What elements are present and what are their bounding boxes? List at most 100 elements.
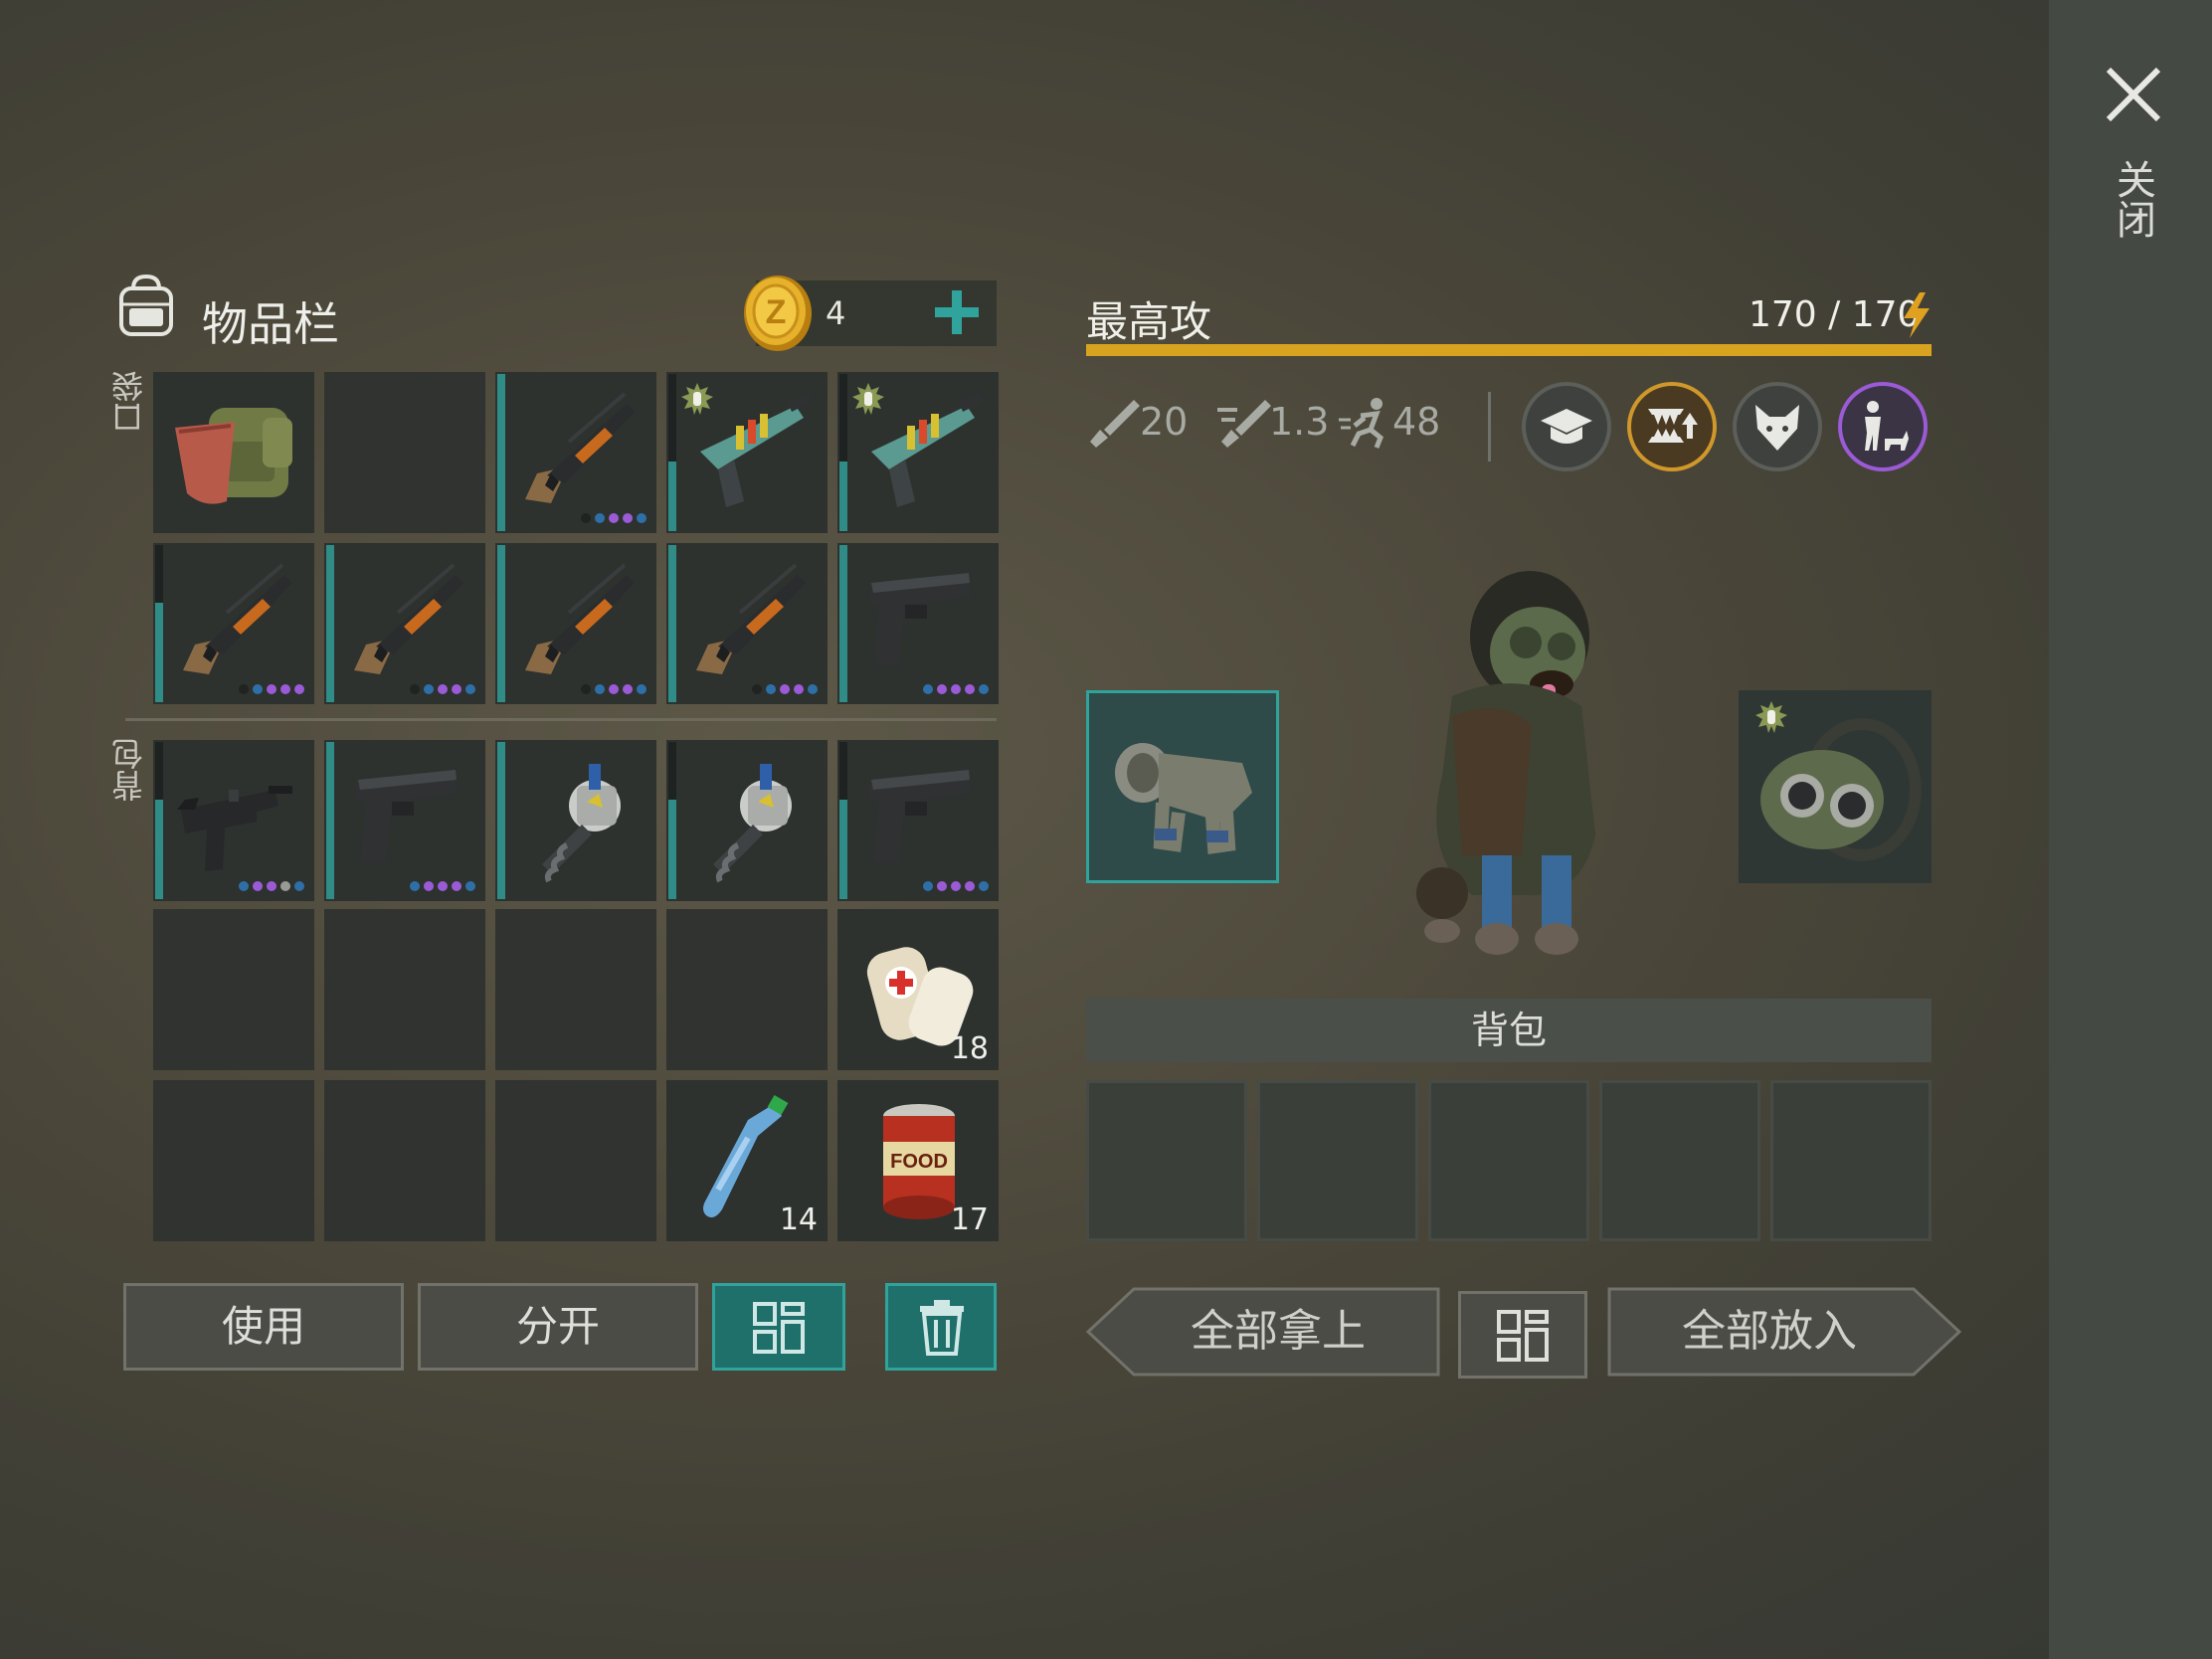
close-icon[interactable] xyxy=(2099,60,2168,129)
pistol-icon xyxy=(849,553,989,692)
close-label[interactable]: 关闭 xyxy=(2109,159,2156,248)
shotgun-icon xyxy=(507,553,646,692)
pet-head-slot[interactable] xyxy=(1739,690,1932,883)
backpack-slot-10[interactable]: 18 xyxy=(837,909,999,1070)
add-coins-button[interactable] xyxy=(929,284,985,340)
attack-value: 20 xyxy=(1140,400,1189,444)
backpack-slot-15[interactable]: 17 xyxy=(837,1080,999,1241)
move-speed-value: 48 xyxy=(1392,400,1441,444)
backpack-section-label: 背包 xyxy=(110,738,148,802)
pet-bag-slot-4[interactable] xyxy=(1599,1080,1760,1241)
backpack-slot-8[interactable] xyxy=(495,909,656,1070)
drill-icon xyxy=(678,750,818,889)
pocket-slot-9[interactable] xyxy=(666,543,828,704)
quality-dots xyxy=(752,684,818,694)
graduation-cap-icon xyxy=(1541,409,1592,444)
fox-head-icon xyxy=(1755,405,1799,451)
take-all-label: 全部拿上 xyxy=(1191,1306,1366,1357)
pet-bag-title: 背包 xyxy=(1086,999,1932,1062)
backpack-slot-4[interactable] xyxy=(666,740,828,901)
backpack-slot-7[interactable] xyxy=(324,909,485,1070)
stats-separator xyxy=(1488,392,1491,461)
uzi-icon xyxy=(165,750,304,889)
quality-dots xyxy=(923,881,989,891)
shotgun-icon xyxy=(507,382,646,521)
quality-dots xyxy=(410,881,475,891)
quality-dots xyxy=(581,684,646,694)
coin-count: 4 xyxy=(826,294,846,332)
backpack-slot-13[interactable] xyxy=(495,1080,656,1241)
attack-speed-value: 1.3 xyxy=(1269,400,1330,444)
backpack-slot-6[interactable] xyxy=(153,909,314,1070)
backpack-slot-3[interactable] xyxy=(495,740,656,901)
flare-blaster-icon xyxy=(849,382,989,521)
quality-dots xyxy=(239,684,304,694)
quality-dots xyxy=(923,684,989,694)
section-divider xyxy=(125,718,997,721)
pet-sort-button[interactable] xyxy=(1458,1291,1587,1379)
pet-bag-slot-1[interactable] xyxy=(1086,1080,1247,1241)
pet-name: 最高攻 xyxy=(1086,297,1212,346)
backpack-slot-9[interactable] xyxy=(666,909,828,1070)
backpack-slot-12[interactable] xyxy=(324,1080,485,1241)
pocket-slot-7[interactable] xyxy=(324,543,485,704)
pet-armor-slot[interactable] xyxy=(1086,690,1279,883)
pocket-slot-6[interactable] xyxy=(153,543,314,704)
right-sidebar xyxy=(2049,0,2212,1659)
pocket-slot-10[interactable] xyxy=(837,543,999,704)
backpack-slot-1[interactable] xyxy=(153,740,314,901)
put-all-label: 全部放入 xyxy=(1682,1306,1857,1357)
skill-fox[interactable] xyxy=(1733,382,1822,471)
pocket-slot-8[interactable] xyxy=(495,543,656,704)
backpack-icon xyxy=(119,274,173,336)
pistol-icon xyxy=(849,750,989,889)
owner-with-pet-icon xyxy=(1865,401,1909,451)
take-all-button[interactable]: 全部拿上 xyxy=(1084,1287,1442,1377)
pocket-slot-5[interactable] xyxy=(837,372,999,533)
lightning-icon xyxy=(1904,292,1930,338)
pocket-label: 口袋 xyxy=(110,370,148,434)
sort-button[interactable] xyxy=(712,1283,845,1371)
item-quantity: 14 xyxy=(779,1202,818,1237)
pocket-slot-2[interactable] xyxy=(324,372,485,533)
backpack-item-icon xyxy=(165,382,304,521)
grid-sort-icon xyxy=(753,1302,805,1354)
split-button[interactable]: 分开 xyxy=(418,1283,698,1371)
svg-text:Z: Z xyxy=(766,293,787,331)
pet-bag-slot-2[interactable] xyxy=(1257,1080,1418,1241)
quality-dots xyxy=(239,881,304,891)
pet-bag-slot-5[interactable] xyxy=(1770,1080,1932,1241)
energy-bar xyxy=(1086,344,1932,356)
energy-value: 170 / 170 xyxy=(1749,294,1921,335)
pocket-slot-1[interactable] xyxy=(153,372,314,533)
shotgun-icon xyxy=(336,553,475,692)
put-all-button[interactable]: 全部放入 xyxy=(1605,1287,1963,1377)
skill-jaws-upgrade[interactable] xyxy=(1627,382,1717,471)
backpack-slot-5[interactable] xyxy=(837,740,999,901)
grid-sort-icon xyxy=(1497,1310,1549,1362)
attack-speed-icon xyxy=(1217,400,1271,448)
skill-training[interactable] xyxy=(1522,382,1611,471)
shotgun-icon xyxy=(678,553,818,692)
backpack-slot-14[interactable]: 14 xyxy=(666,1080,828,1241)
running-icon xyxy=(1339,398,1384,449)
trash-icon xyxy=(920,1300,964,1356)
use-button[interactable]: 使用 xyxy=(123,1283,404,1371)
gas-mask-icon xyxy=(1760,718,1922,861)
pocket-slot-3[interactable] xyxy=(495,372,656,533)
item-quantity: 18 xyxy=(950,1031,989,1066)
skill-companion[interactable] xyxy=(1838,382,1928,471)
delete-button[interactable] xyxy=(885,1283,997,1371)
z-coin-icon: Z xyxy=(744,276,812,351)
backpack-slot-2[interactable] xyxy=(324,740,485,901)
item-quantity: 17 xyxy=(950,1202,989,1237)
quality-dots xyxy=(581,513,646,523)
attack-icon xyxy=(1090,400,1140,448)
pistol-icon xyxy=(336,750,475,889)
flare-blaster-icon xyxy=(678,382,818,521)
inventory-title: 物品栏 xyxy=(202,297,339,351)
pet-bag-slot-3[interactable] xyxy=(1428,1080,1589,1241)
shotgun-icon xyxy=(165,553,304,692)
pocket-slot-4[interactable] xyxy=(666,372,828,533)
backpack-slot-11[interactable] xyxy=(153,1080,314,1241)
